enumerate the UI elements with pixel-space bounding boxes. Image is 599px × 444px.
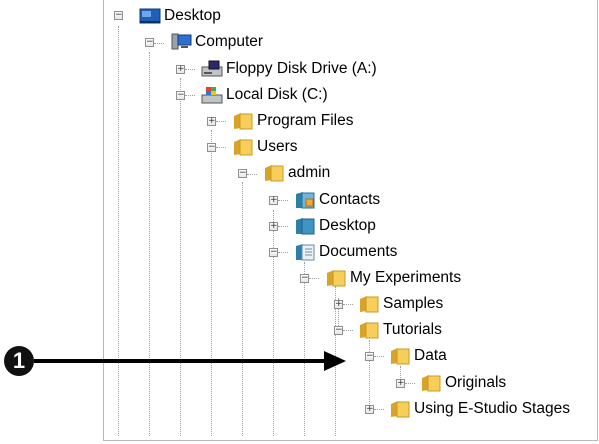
folder-icon bbox=[420, 374, 441, 392]
tree-node-label: Program Files bbox=[257, 112, 354, 129]
collapse-my-experiments-toggle[interactable]: − bbox=[300, 274, 309, 283]
computer-icon bbox=[170, 33, 192, 51]
collapse-tutorials-toggle[interactable]: − bbox=[334, 326, 343, 335]
callout-arrow bbox=[34, 351, 346, 371]
collapse-desktop-toggle[interactable]: − bbox=[114, 11, 123, 20]
tree-node-label: Data bbox=[414, 347, 447, 364]
collapse-computer-toggle[interactable]: − bbox=[145, 38, 154, 47]
tree-node-label: Floppy Disk Drive (A:) bbox=[226, 60, 377, 77]
collapse-data-toggle[interactable]: − bbox=[365, 352, 374, 361]
contacts-folder-icon bbox=[294, 191, 315, 209]
folder-icon bbox=[358, 295, 379, 313]
folder-icon bbox=[325, 269, 346, 287]
tree-node-label: Originals bbox=[445, 374, 507, 391]
folder-icon bbox=[232, 112, 253, 130]
collapse-admin-toggle[interactable]: − bbox=[238, 169, 247, 178]
collapse-documents-toggle[interactable]: − bbox=[269, 248, 278, 257]
tree-node-label: Desktop bbox=[319, 217, 376, 234]
folder-icon bbox=[232, 138, 253, 156]
expand-program-files-toggle[interactable]: + bbox=[207, 117, 216, 126]
expand-originals-toggle[interactable]: + bbox=[396, 379, 405, 388]
expand-desktop-sub-toggle[interactable]: + bbox=[269, 222, 278, 231]
tree-node-label: Contacts bbox=[319, 191, 381, 208]
expand-contacts-toggle[interactable]: + bbox=[269, 196, 278, 205]
expand-floppy-toggle[interactable]: + bbox=[176, 65, 185, 74]
collapse-users-toggle[interactable]: − bbox=[207, 143, 216, 152]
tree-node-label: Samples bbox=[383, 295, 444, 312]
tree-node-label: Computer bbox=[195, 33, 264, 50]
folder-icon bbox=[389, 347, 410, 365]
desktop-icon bbox=[139, 7, 161, 25]
collapse-local-disk-toggle[interactable]: − bbox=[176, 91, 185, 100]
folder-icon bbox=[389, 400, 410, 418]
tree-node-label: Tutorials bbox=[383, 321, 442, 338]
expand-samples-toggle[interactable]: + bbox=[334, 300, 343, 309]
folder-icon bbox=[263, 164, 284, 182]
floppy-drive-icon bbox=[201, 60, 223, 78]
callout-badge: 1 bbox=[4, 346, 34, 376]
tree-node-label: Using E-Studio Stages bbox=[414, 400, 570, 417]
tree-node-label: admin bbox=[288, 164, 331, 181]
documents-folder-icon bbox=[294, 243, 315, 261]
tree-node-label: Desktop bbox=[164, 7, 221, 24]
tree-node-label: Local Disk (C:) bbox=[226, 86, 328, 103]
local-disk-icon bbox=[201, 86, 223, 104]
tree-node-label: Users bbox=[257, 138, 298, 155]
tree-node-label: Documents bbox=[319, 243, 398, 260]
desktop-folder-icon bbox=[294, 217, 315, 235]
expand-using-estudio-toggle[interactable]: + bbox=[365, 405, 374, 414]
folder-icon bbox=[358, 321, 379, 339]
tree-node-label: My Experiments bbox=[350, 269, 462, 286]
